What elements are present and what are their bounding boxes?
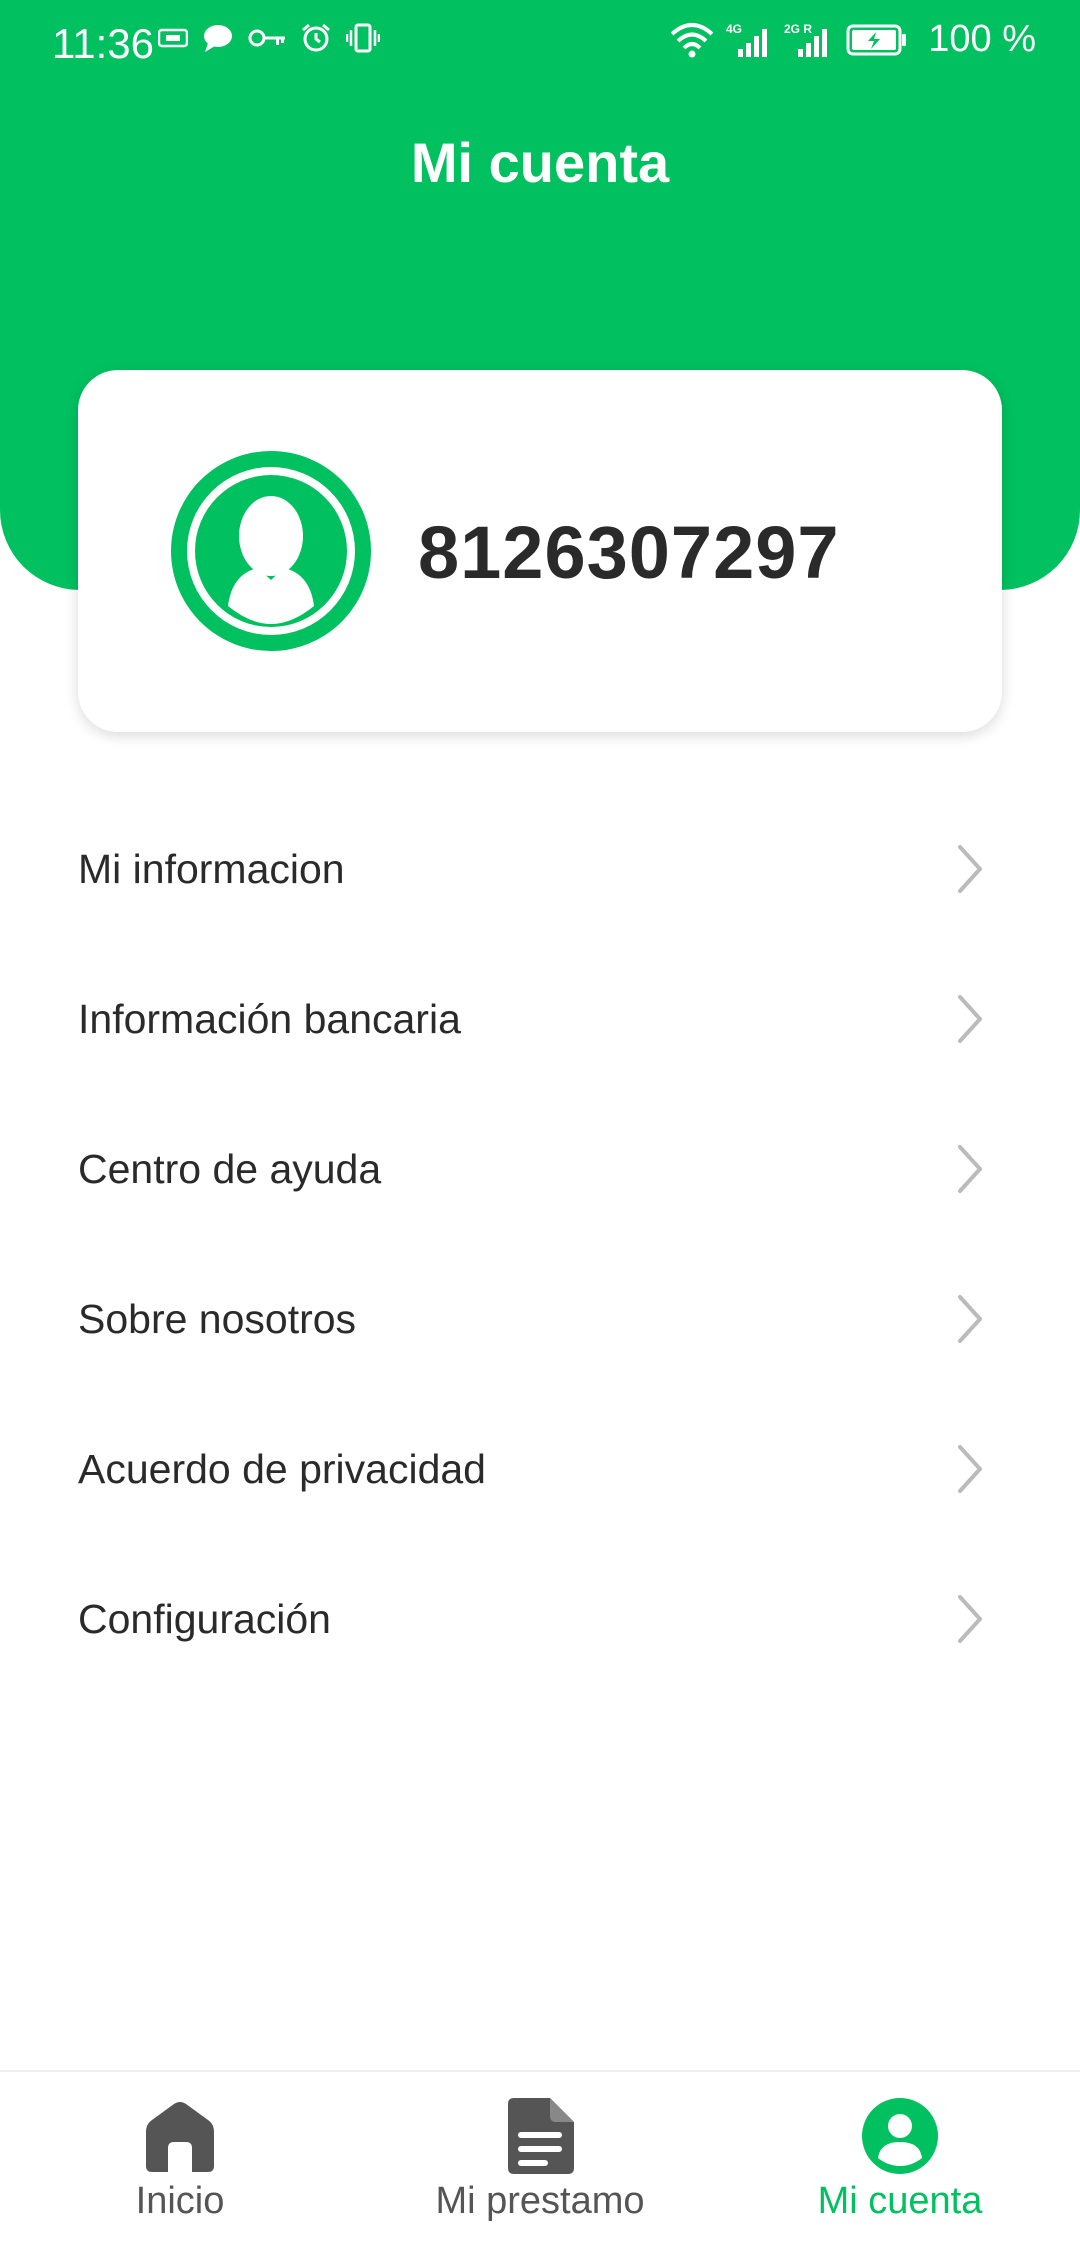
account-number: 8126307297	[418, 511, 840, 594]
chevron-right-icon	[958, 845, 982, 893]
alarm-icon	[302, 23, 330, 52]
tab-mi-cuenta[interactable]: Mi cuenta	[750, 2072, 1050, 2242]
menu-item-configuracion[interactable]: Configuración	[0, 1544, 1080, 1694]
tab-label: Inicio	[135, 2180, 225, 2222]
tab-inicio[interactable]: Inicio	[30, 2072, 330, 2242]
home-icon	[146, 2102, 214, 2172]
user-icon	[862, 2098, 938, 2174]
status-bar: 11:36 4G 2G R 100 %	[0, 0, 1080, 86]
avatar-icon	[171, 451, 371, 651]
menu-item-label: Sobre nosotros	[78, 1295, 357, 1342]
profile-card: 8126307297	[78, 370, 1002, 732]
chevron-right-icon	[958, 995, 982, 1043]
tab-label: Mi prestamo	[435, 2180, 645, 2222]
battery-percentage: 100 %	[928, 18, 1036, 60]
menu-item-centro-de-ayuda[interactable]: Centro de ayuda	[0, 1094, 1080, 1244]
menu-item-sobre-nosotros[interactable]: Sobre nosotros	[0, 1244, 1080, 1394]
status-system-icons: 4G 2G R 100 %	[670, 18, 1036, 61]
svg-text:2G R: 2G R	[784, 22, 812, 36]
bottom-tab-bar: Inicio Mi prestamo Mi cuenta	[0, 2070, 1080, 2242]
signal-4g-icon: 4G	[726, 22, 768, 57]
tab-mi-prestamo[interactable]: Mi prestamo	[390, 2072, 690, 2242]
status-time: 11:36	[52, 20, 154, 67]
tab-label: Mi cuenta	[817, 2180, 983, 2222]
key-icon	[248, 29, 285, 47]
wifi-icon	[670, 22, 714, 57]
document-icon	[508, 2098, 574, 2174]
menu-item-label: Configuración	[78, 1595, 331, 1642]
menu-item-label: Centro de ayuda	[78, 1145, 382, 1192]
menu-item-label: Mi informacion	[78, 845, 345, 892]
chevron-right-icon	[958, 1295, 982, 1343]
chevron-right-icon	[958, 1445, 982, 1493]
chat-bubble-icon	[204, 25, 232, 52]
chevron-right-icon	[958, 1595, 982, 1643]
signal-2g-icon: 2G R	[784, 22, 828, 57]
battery-charging-icon	[846, 24, 907, 55]
svg-text:4G: 4G	[726, 22, 742, 36]
menu-item-label: Información bancaria	[78, 995, 461, 1042]
menu-item-informacion-bancaria[interactable]: Información bancaria	[0, 944, 1080, 1094]
menu-item-acuerdo-de-privacidad[interactable]: Acuerdo de privacidad	[0, 1394, 1080, 1544]
page-title: Mi cuenta	[410, 131, 670, 194]
menu-item-mi-informacion[interactable]: Mi informacion	[0, 794, 1080, 944]
status-notification-icons	[158, 22, 380, 54]
vibrate-icon	[346, 23, 380, 53]
chevron-right-icon	[958, 1145, 982, 1193]
account-menu: Mi informacion Información bancaria Cent…	[0, 794, 1080, 1694]
menu-item-label: Acuerdo de privacidad	[78, 1445, 486, 1492]
sim-card-icon	[158, 28, 188, 48]
